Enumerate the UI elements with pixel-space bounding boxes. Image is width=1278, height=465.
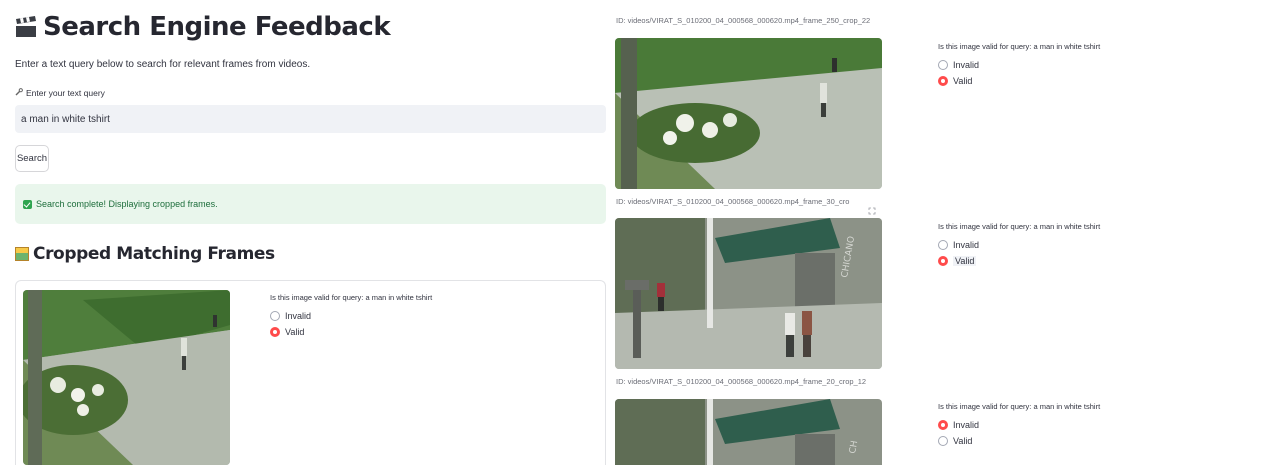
intro-text: Enter a text query below to search for r… [15, 59, 311, 70]
radio-label: Valid [285, 327, 305, 337]
radio-icon[interactable] [270, 311, 280, 321]
framed-picture-icon [15, 247, 29, 261]
search-button[interactable]: Search [15, 145, 49, 172]
radio-selected-icon[interactable] [270, 327, 280, 337]
section-title: Cropped Matching Frames [15, 244, 275, 264]
page-title: Search Engine Feedback [15, 10, 391, 44]
radio-label: Valid [953, 436, 973, 446]
radio-option-invalid[interactable]: Invalid [938, 57, 1100, 73]
radio-selected-icon[interactable] [938, 76, 948, 86]
page-title-text: Search Engine Feedback [43, 12, 391, 42]
radio-option-invalid[interactable]: Invalid [938, 417, 1100, 433]
radio-icon[interactable] [938, 240, 948, 250]
feedback-question: Is this image valid for query: a man in … [938, 42, 1101, 51]
radio-label: Valid [953, 76, 973, 86]
radio-option-invalid[interactable]: Invalid [270, 308, 432, 324]
feedback-group: Is this image valid for query: a man in … [938, 222, 1100, 269]
result-id-label: ID: videos/VIRAT_S_010200_04_000568_0006… [616, 377, 867, 386]
clapperboard-icon [15, 16, 37, 38]
success-message: Search complete! Displaying cropped fram… [36, 199, 218, 209]
result-id-label: ID: videos/VIRAT_S_010200_04_000568_0006… [616, 16, 871, 25]
radio-label: Valid [953, 256, 977, 266]
cropped-frame-image: CHICANO [615, 218, 882, 369]
feedback-group: Is this image valid for query: a man in … [938, 42, 1100, 89]
feedback-group: Is this image valid for query: a man in … [938, 402, 1100, 449]
radio-selected-icon[interactable] [938, 420, 948, 430]
radio-icon[interactable] [938, 436, 948, 446]
check-icon [23, 199, 32, 209]
radio-option-valid[interactable]: Valid [938, 73, 1100, 89]
expand-icon[interactable] [868, 202, 876, 215]
radio-option-valid[interactable]: Valid [938, 253, 1100, 269]
radio-selected-icon[interactable] [938, 256, 948, 266]
radio-label: Invalid [953, 420, 980, 430]
success-alert: Search complete! Displaying cropped fram… [15, 184, 606, 224]
section-title-text: Cropped Matching Frames [33, 244, 275, 264]
wrench-icon [15, 88, 23, 98]
feedback-question: Is this image valid for query: a man in … [270, 293, 433, 302]
query-label: Enter your text query [15, 88, 105, 98]
radio-option-valid[interactable]: Valid [270, 324, 432, 340]
feedback-question: Is this image valid for query: a man in … [938, 222, 1101, 231]
result-id-label: ID: videos/VIRAT_S_010200_04_000568_0006… [616, 197, 850, 206]
radio-label: Invalid [953, 240, 980, 250]
radio-label: Invalid [285, 311, 312, 321]
radio-icon[interactable] [938, 60, 948, 70]
radio-label: Invalid [953, 60, 980, 70]
cropped-frame-image [615, 38, 882, 189]
cropped-frame-image [23, 290, 230, 465]
query-label-text: Enter your text query [26, 88, 105, 98]
feedback-group: Is this image valid for query: a man in … [270, 293, 432, 340]
feedback-question: Is this image valid for query: a man in … [938, 402, 1101, 411]
query-input[interactable]: a man in white tshirt [15, 105, 606, 133]
radio-option-invalid[interactable]: Invalid [938, 237, 1100, 253]
radio-option-valid[interactable]: Valid [938, 433, 1100, 449]
cropped-frame-image: CH [615, 399, 882, 465]
